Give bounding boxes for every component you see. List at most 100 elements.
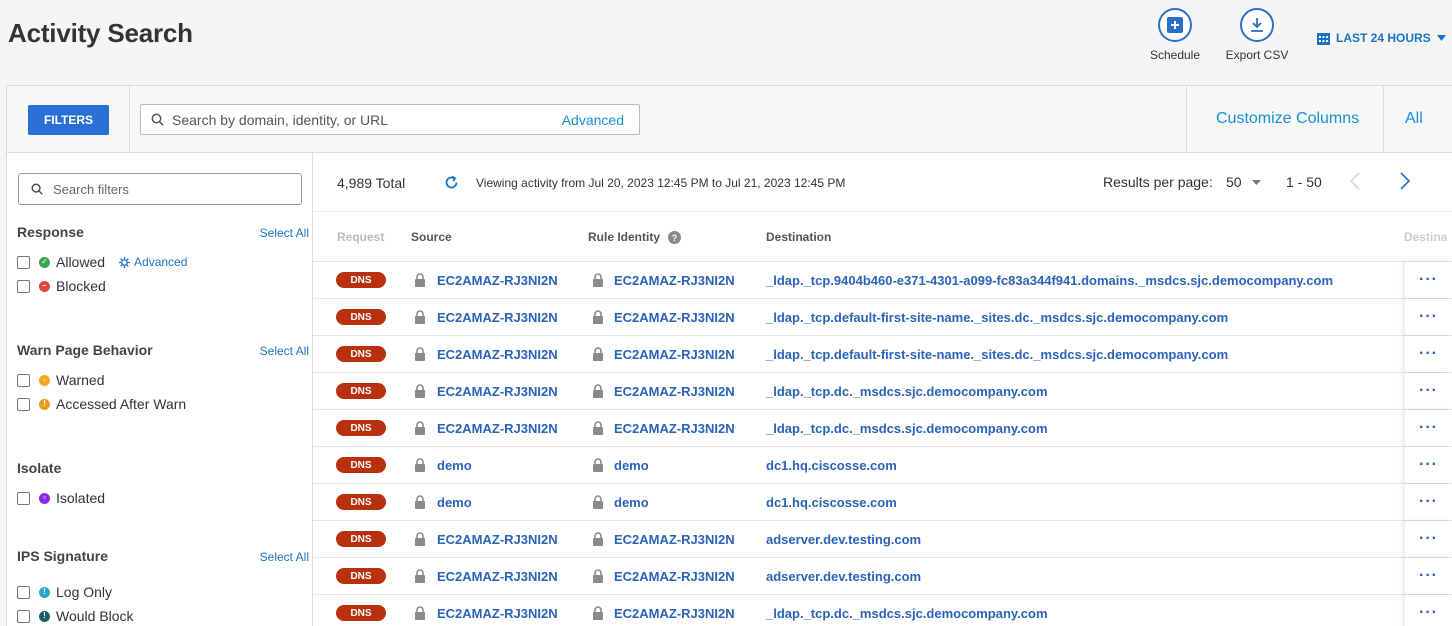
rule-identity-link[interactable]: EC2AMAZ-RJ3NI2N bbox=[614, 569, 735, 584]
schedule-button[interactable]: Schedule bbox=[1135, 8, 1215, 62]
blocked-icon: – bbox=[39, 280, 50, 292]
checkbox[interactable] bbox=[17, 255, 30, 269]
results-summary: 4,989 Total Viewing activity from Jul 20… bbox=[313, 153, 1452, 212]
source-link[interactable]: EC2AMAZ-RJ3NI2N bbox=[437, 384, 558, 399]
export-csv-label: Export CSV bbox=[1225, 48, 1289, 62]
advanced-label: Advanced bbox=[134, 255, 188, 269]
column-header-request[interactable]: Request bbox=[337, 230, 384, 244]
table-row[interactable]: DNS EC2AMAZ-RJ3NI2N EC2AMAZ-RJ3NI2N adse… bbox=[313, 558, 1452, 595]
source-link[interactable]: demo bbox=[437, 458, 472, 473]
results-per-page-select[interactable]: 50 bbox=[1226, 174, 1261, 190]
table-row[interactable]: DNS demo demo dc1.hq.ciscosse.com ··· bbox=[313, 484, 1452, 521]
chevron-left-icon[interactable] bbox=[1349, 171, 1361, 191]
all-link[interactable]: All bbox=[1405, 110, 1423, 128]
rule-identity-link[interactable]: EC2AMAZ-RJ3NI2N bbox=[614, 606, 735, 621]
destination-link[interactable]: adserver.dev.testing.com bbox=[766, 532, 921, 547]
info-icon: ! bbox=[39, 610, 50, 622]
time-range-dropdown[interactable]: LAST 24 HOURS bbox=[1317, 31, 1446, 45]
filter-option-isolated[interactable]: ▫ Isolated bbox=[17, 486, 307, 510]
row-actions-menu[interactable]: ··· bbox=[1405, 299, 1452, 335]
export-csv-button[interactable]: Export CSV bbox=[1217, 8, 1297, 62]
destination-link[interactable]: adserver.dev.testing.com bbox=[766, 569, 921, 584]
select-all-link[interactable]: Select All bbox=[260, 344, 309, 358]
filter-group-isolate: Isolate ▫ Isolated bbox=[17, 460, 307, 510]
destination-link[interactable]: _ldap._tcp.dc._msdcs.sjc.democompany.com bbox=[766, 606, 1048, 621]
table-row[interactable]: DNS EC2AMAZ-RJ3NI2N EC2AMAZ-RJ3NI2N _lda… bbox=[313, 410, 1452, 447]
source-link[interactable]: demo bbox=[437, 495, 472, 510]
source-link[interactable]: EC2AMAZ-RJ3NI2N bbox=[437, 569, 558, 584]
advanced-filter-link[interactable]: Advanced bbox=[119, 255, 187, 269]
table-row[interactable]: DNS EC2AMAZ-RJ3NI2N EC2AMAZ-RJ3NI2N _lda… bbox=[313, 373, 1452, 410]
caret-down-icon bbox=[1436, 35, 1446, 41]
row-actions-menu[interactable]: ··· bbox=[1405, 373, 1452, 409]
rule-identity-link[interactable]: EC2AMAZ-RJ3NI2N bbox=[614, 273, 735, 288]
filter-option-allowed[interactable]: ✓ Allowed Advanced bbox=[17, 250, 307, 274]
row-actions-menu[interactable]: ··· bbox=[1405, 558, 1452, 594]
rule-identity-link[interactable]: EC2AMAZ-RJ3NI2N bbox=[614, 384, 735, 399]
select-all-link[interactable]: Select All bbox=[260, 550, 309, 564]
checkbox[interactable] bbox=[17, 279, 30, 293]
row-actions-menu[interactable]: ··· bbox=[1405, 336, 1452, 372]
info-icon: ! bbox=[39, 586, 50, 598]
column-header-rule-identity[interactable]: Rule Identity ? bbox=[588, 230, 682, 244]
destination-link[interactable]: _ldap._tcp.dc._msdcs.sjc.democompany.com bbox=[766, 384, 1048, 399]
filter-search-input[interactable] bbox=[53, 181, 293, 197]
destination-link[interactable]: dc1.hq.ciscosse.com bbox=[766, 458, 897, 473]
destination-link[interactable]: _ldap._tcp.9404b460-e371-4301-a099-fc83a… bbox=[766, 273, 1333, 288]
row-actions-menu[interactable]: ··· bbox=[1405, 595, 1452, 626]
page-title: Activity Search bbox=[8, 18, 193, 48]
rule-identity-link[interactable]: demo bbox=[614, 458, 649, 473]
customize-columns-link[interactable]: Customize Columns bbox=[1216, 110, 1359, 128]
filter-option-would-block[interactable]: ! Would Block bbox=[17, 604, 307, 626]
source-link[interactable]: EC2AMAZ-RJ3NI2N bbox=[437, 532, 558, 547]
checkbox[interactable] bbox=[17, 585, 30, 599]
table-row[interactable]: DNS EC2AMAZ-RJ3NI2N EC2AMAZ-RJ3NI2N _lda… bbox=[313, 299, 1452, 336]
chevron-right-icon[interactable] bbox=[1399, 171, 1411, 191]
column-header-source[interactable]: Source bbox=[411, 230, 452, 244]
rule-identity-link[interactable]: EC2AMAZ-RJ3NI2N bbox=[614, 421, 735, 436]
row-actions-menu[interactable]: ··· bbox=[1405, 447, 1452, 483]
toolbar-divider bbox=[1186, 86, 1187, 152]
source-link[interactable]: EC2AMAZ-RJ3NI2N bbox=[437, 310, 558, 325]
rule-identity-link[interactable]: EC2AMAZ-RJ3NI2N bbox=[614, 347, 735, 362]
source-link[interactable]: EC2AMAZ-RJ3NI2N bbox=[437, 347, 558, 362]
rule-identity-link[interactable]: EC2AMAZ-RJ3NI2N bbox=[614, 532, 735, 547]
checkbox[interactable] bbox=[17, 609, 30, 623]
download-icon bbox=[1240, 8, 1274, 42]
filter-option-label: Would Block bbox=[56, 608, 134, 624]
table-row[interactable]: DNS EC2AMAZ-RJ3NI2N EC2AMAZ-RJ3NI2N _lda… bbox=[313, 595, 1452, 626]
checkbox[interactable] bbox=[17, 491, 30, 505]
help-icon[interactable]: ? bbox=[668, 230, 682, 244]
source-link[interactable]: EC2AMAZ-RJ3NI2N bbox=[437, 606, 558, 621]
select-all-link[interactable]: Select All bbox=[260, 226, 309, 240]
filters-button[interactable]: FILTERS bbox=[28, 105, 109, 135]
source-link[interactable]: EC2AMAZ-RJ3NI2N bbox=[437, 273, 558, 288]
rule-identity-link[interactable]: EC2AMAZ-RJ3NI2N bbox=[614, 310, 735, 325]
table-row[interactable]: DNS EC2AMAZ-RJ3NI2N EC2AMAZ-RJ3NI2N _lda… bbox=[313, 336, 1452, 373]
filter-option-blocked[interactable]: – Blocked bbox=[17, 274, 307, 298]
lock-icon bbox=[593, 310, 603, 324]
search-input[interactable] bbox=[172, 111, 552, 128]
source-link[interactable]: EC2AMAZ-RJ3NI2N bbox=[437, 421, 558, 436]
destination-link[interactable]: _ldap._tcp.default-first-site-name._site… bbox=[766, 347, 1228, 362]
checkbox[interactable] bbox=[17, 397, 30, 411]
row-actions-menu[interactable]: ··· bbox=[1405, 484, 1452, 520]
destination-link[interactable]: _ldap._tcp.default-first-site-name._site… bbox=[766, 310, 1228, 325]
column-header-destination-2[interactable]: Destina bbox=[1404, 230, 1447, 244]
destination-link[interactable]: dc1.hq.ciscosse.com bbox=[766, 495, 897, 510]
checkbox[interactable] bbox=[17, 373, 30, 387]
row-actions-menu[interactable]: ··· bbox=[1405, 410, 1452, 446]
table-row[interactable]: DNS EC2AMAZ-RJ3NI2N EC2AMAZ-RJ3NI2N _lda… bbox=[313, 262, 1452, 299]
row-actions-menu[interactable]: ··· bbox=[1405, 521, 1452, 557]
filter-option-accessed-after-warn[interactable]: ! Accessed After Warn bbox=[17, 392, 307, 416]
column-header-destination[interactable]: Destination bbox=[766, 230, 831, 244]
table-row[interactable]: DNS demo demo dc1.hq.ciscosse.com ··· bbox=[313, 447, 1452, 484]
row-actions-menu[interactable]: ··· bbox=[1405, 262, 1452, 298]
filter-option-warned[interactable]: - Warned bbox=[17, 368, 307, 392]
advanced-search-link[interactable]: Advanced bbox=[562, 112, 624, 128]
table-row[interactable]: DNS EC2AMAZ-RJ3NI2N EC2AMAZ-RJ3NI2N adse… bbox=[313, 521, 1452, 558]
rule-identity-link[interactable]: demo bbox=[614, 495, 649, 510]
refresh-icon[interactable] bbox=[443, 174, 460, 191]
filter-option-log-only[interactable]: ! Log Only bbox=[17, 580, 307, 604]
destination-link[interactable]: _ldap._tcp.dc._msdcs.sjc.democompany.com bbox=[766, 421, 1048, 436]
